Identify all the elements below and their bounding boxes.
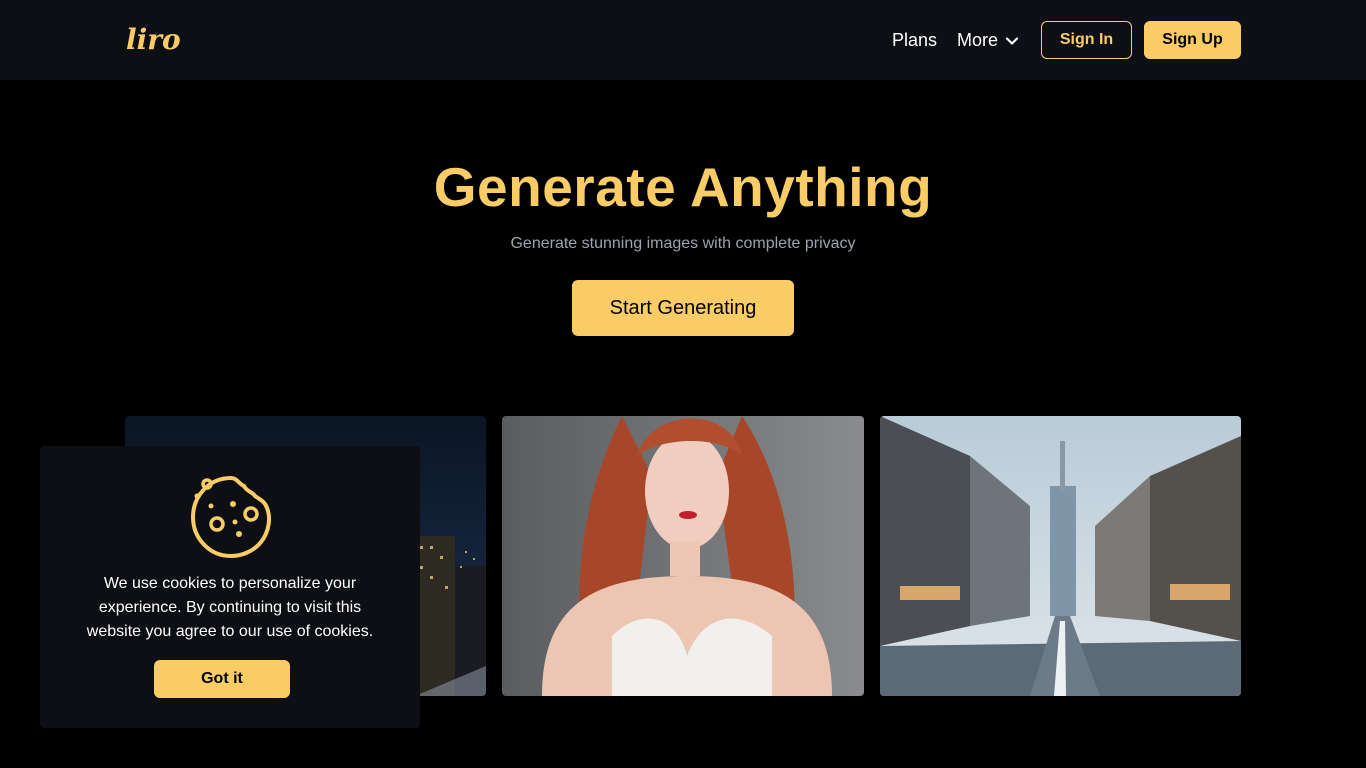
liro-logo[interactable]: liro: [124, 22, 184, 58]
cookie-message: We use cookies to personalize your exper…: [86, 575, 374, 640]
nav-more-label: More: [957, 30, 999, 50]
hero-title: Generate Anything: [433, 156, 933, 218]
svg-text:liro: liro: [126, 23, 181, 56]
cookie-icon: [190, 475, 271, 558]
hero-subtitle: Generate stunning images with complete p…: [510, 235, 856, 252]
sign-up-button[interactable]: Sign Up: [1144, 21, 1241, 59]
top-navbar: liro Plans More Sign In Sign Up: [0, 0, 1366, 80]
nav-more-dropdown[interactable]: More: [957, 30, 1020, 51]
sign-in-button[interactable]: Sign In: [1041, 21, 1132, 59]
empty-city-street-image[interactable]: [880, 416, 1241, 696]
redhead-woman-portrait-image[interactable]: [502, 416, 864, 696]
cookie-consent-banner: We use cookies to personalize your exper…: [40, 446, 420, 728]
start-generating-button[interactable]: Start Generating: [572, 280, 794, 336]
chevron-down-icon: [1005, 36, 1019, 45]
got-it-button[interactable]: Got it: [154, 660, 290, 698]
nav-plans-link[interactable]: Plans: [892, 30, 937, 51]
